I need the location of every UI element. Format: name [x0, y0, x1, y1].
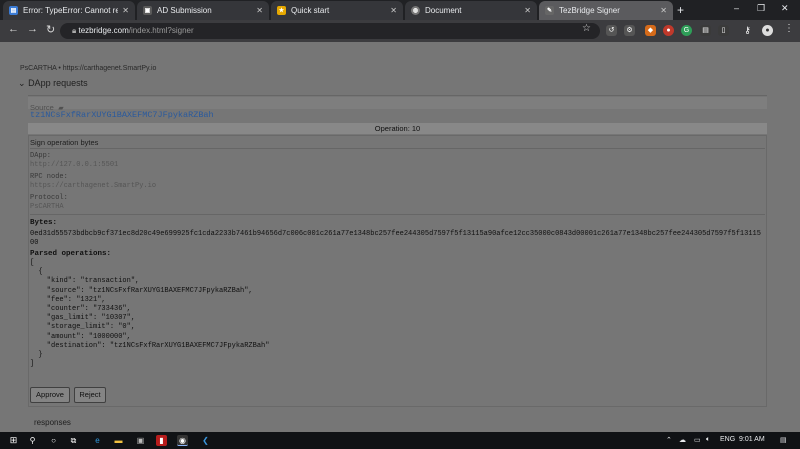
star-icon: ★	[277, 6, 286, 15]
tab-tezbridge-signer[interactable]: ✎ TezBridge Signer ✕	[539, 1, 673, 20]
vscode-icon[interactable]: ❮	[200, 435, 211, 446]
clipboard-extension-icon[interactable]: ▯	[718, 25, 729, 36]
close-icon[interactable]: ✕	[122, 6, 129, 15]
tab-title: Error: TypeError: Cannot read p	[23, 6, 119, 15]
page-viewport: PsCARTHA • https://carthagenet.SmartPy.i…	[0, 42, 800, 432]
chrome-icon[interactable]: ◉	[177, 435, 188, 446]
tab-title: TezBridge Signer	[559, 6, 620, 15]
firefox-extension-icon[interactable]: ●	[663, 25, 674, 36]
tab-quick-start[interactable]: ★ Quick start ✕	[271, 1, 403, 20]
tab-title: AD Submission	[157, 6, 212, 15]
volume-icon[interactable]: 🔈︎	[706, 436, 710, 444]
close-icon[interactable]: ✕	[390, 6, 397, 15]
taskbar: ⊞ ⚲ ○ ⧉ e ▬ ▣ ▮ ◉ ❮ ⌃ ☁ ▭ 🔈︎ ENG 9:01 AM…	[0, 432, 800, 449]
tab-document[interactable]: ◍ Document ✕	[405, 1, 537, 20]
key-icon[interactable]: ⚷	[742, 25, 753, 36]
tab-strip: ▤ Error: TypeError: Cannot read p ✕ ▣ AD…	[0, 0, 800, 20]
sign-icon: ✎	[545, 6, 554, 15]
store-icon[interactable]: ▣	[135, 435, 146, 446]
dim-overlay	[0, 42, 800, 432]
language-indicator[interactable]: ENG	[720, 436, 735, 443]
notification-icon[interactable]: ▤	[780, 436, 787, 444]
cortana-icon[interactable]: ○	[48, 435, 59, 446]
tab-error[interactable]: ▤ Error: TypeError: Cannot read p ✕	[3, 1, 135, 20]
file-explorer-icon[interactable]: ▬	[113, 435, 124, 446]
task-view-icon[interactable]: ⧉	[68, 435, 79, 446]
tray-app-icon[interactable]: ▭	[694, 436, 701, 444]
browser-toolbar: ← → ↻ 🔒︎ tezbridge.com/index.html?signer…	[0, 20, 800, 42]
clock[interactable]: 9:01 AM	[739, 436, 765, 443]
close-icon[interactable]: ✕	[524, 6, 531, 15]
maximize-icon[interactable]: ❐	[757, 3, 765, 14]
terminal-icon[interactable]: ▮	[156, 435, 167, 446]
forward-icon[interactable]: →	[27, 23, 38, 35]
bookmark-star-icon[interactable]: ☆	[582, 23, 591, 34]
cloud-icon[interactable]: ☁	[679, 436, 686, 444]
close-icon[interactable]: ✕	[660, 6, 667, 15]
address-bar[interactable]: 🔒︎ tezbridge.com/index.html?signer	[60, 23, 600, 39]
close-icon[interactable]: ✕	[256, 6, 263, 15]
url-path: /index.html?signer	[128, 26, 194, 35]
avatar[interactable]: ●	[762, 25, 773, 36]
sheets-icon: ▤	[9, 6, 18, 15]
windows-start-icon[interactable]: ⊞	[8, 435, 19, 446]
back-icon[interactable]: ←	[8, 23, 19, 35]
close-window-icon[interactable]: ✕	[781, 3, 789, 14]
history-extension-icon[interactable]: ↺	[606, 25, 617, 36]
url-host: tezbridge.com	[78, 26, 129, 35]
new-tab-icon[interactable]: +	[677, 3, 684, 17]
globe-icon: ◍	[411, 6, 420, 15]
tab-title: Quick start	[291, 6, 330, 15]
minimize-icon[interactable]: –	[734, 3, 739, 13]
tab-ad-submission[interactable]: ▣ AD Submission ✕	[137, 1, 269, 20]
settings-extension-icon[interactable]: ⚙	[624, 25, 635, 36]
extension-icon[interactable]: ▤	[700, 25, 711, 36]
search-icon[interactable]: ⚲	[27, 435, 38, 446]
menu-kebab-icon[interactable]: ⋮	[784, 23, 794, 34]
metamask-fox-icon[interactable]: ◆	[645, 25, 656, 36]
edge-icon[interactable]: e	[92, 435, 103, 446]
tray-chevron-icon[interactable]: ⌃	[666, 436, 672, 444]
reload-icon[interactable]: ↻	[46, 23, 55, 36]
tab-title: Document	[425, 6, 462, 15]
doc-icon: ▣	[143, 6, 152, 15]
grammarly-icon[interactable]: G	[681, 25, 692, 36]
